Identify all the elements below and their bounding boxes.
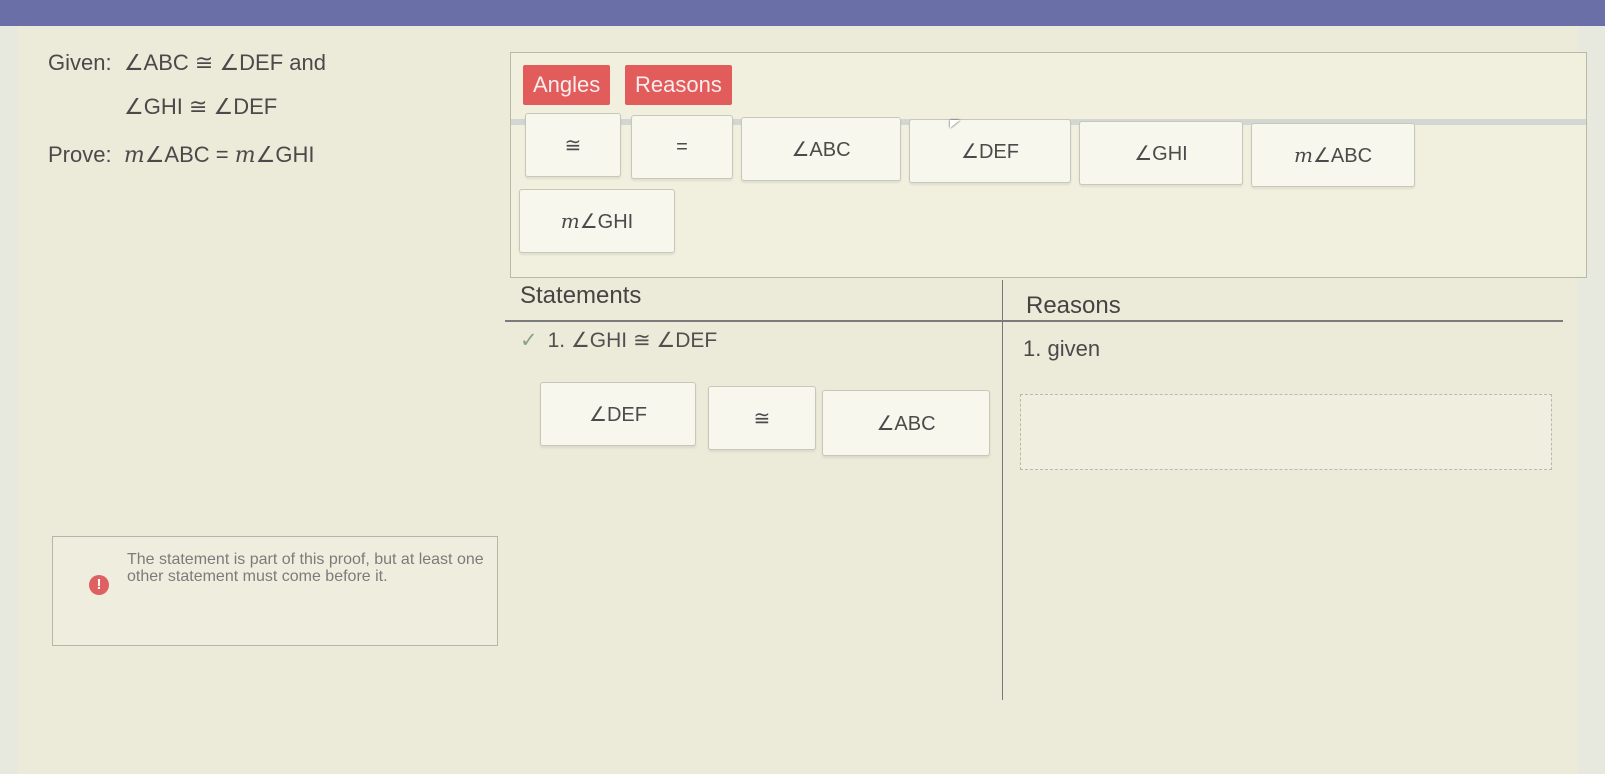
table-header-divider	[505, 320, 1563, 322]
error-icon: !	[89, 575, 109, 595]
statement-token-congruent[interactable]: ≅	[708, 386, 816, 450]
token-m-angle-abc[interactable]: m ∠ABC	[1251, 123, 1415, 187]
statement-row-1: ✓ 1. ∠GHI ≅ ∠DEF	[520, 329, 718, 352]
token-congruent[interactable]: ≅	[525, 113, 621, 177]
reason-row-1: 1. given	[1023, 336, 1101, 361]
token-palette: Angles Reasons ≅ = ∠ABC ∠DEF ∠GHI m ∠ABC …	[510, 52, 1587, 278]
token-angle-abc[interactable]: ∠ABC	[741, 117, 901, 181]
prove-line: Prove: m∠ABC = m∠GHI	[48, 142, 315, 168]
given-line-2: ∠GHI ≅ ∠DEF	[124, 94, 278, 119]
statements-header: Statements	[520, 282, 642, 309]
token-m-angle-ghi[interactable]: m ∠GHI	[519, 189, 675, 253]
statement-token-angle-def[interactable]: ∠DEF	[540, 382, 696, 446]
token-equals[interactable]: =	[631, 115, 733, 179]
token-angle-def[interactable]: ∠DEF	[909, 119, 1071, 183]
reasons-header: Reasons	[1026, 292, 1121, 319]
statement-token-angle-abc[interactable]: ∠ABC	[822, 390, 990, 456]
table-column-divider	[1002, 280, 1003, 700]
alert-message: The statement is part of this proof, but…	[127, 551, 484, 585]
given-line-1: Given: ∠ABC ≅ ∠DEF and	[48, 50, 327, 75]
token-angle-ghi[interactable]: ∠GHI	[1079, 121, 1243, 185]
browser-top-bar	[0, 0, 1605, 26]
mouse-cursor-icon	[950, 120, 960, 128]
tab-angles[interactable]: Angles	[523, 65, 611, 105]
reason-drop-zone[interactable]	[1020, 394, 1552, 470]
tab-reasons[interactable]: Reasons	[625, 65, 732, 105]
check-icon: ✓	[520, 329, 538, 352]
feedback-alert: ! The statement is part of this proof, b…	[52, 536, 498, 646]
